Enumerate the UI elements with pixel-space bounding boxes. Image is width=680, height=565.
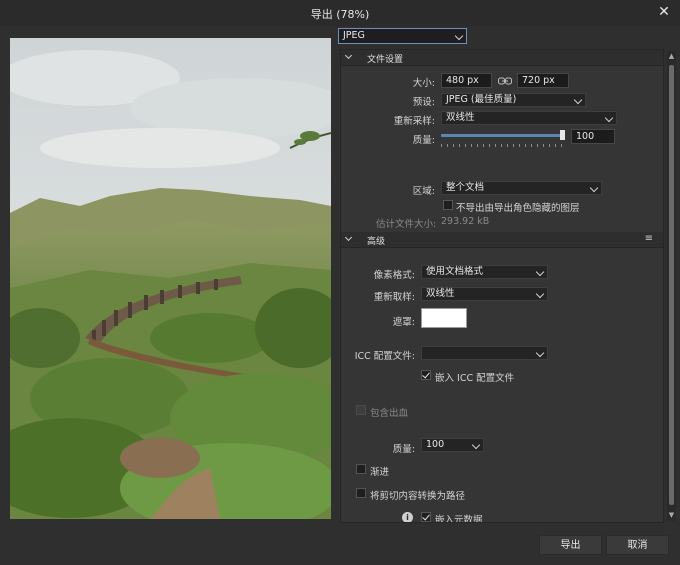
preset-label: 预设: xyxy=(412,97,435,108)
bleed-label: 包含出血 xyxy=(370,408,409,419)
quality-field[interactable]: 100 xyxy=(571,129,615,144)
size-label: 大小: xyxy=(412,78,435,89)
export-button[interactable]: 导出 xyxy=(539,535,602,555)
progressive-checkbox[interactable] xyxy=(356,464,366,474)
preset-select[interactable]: JPEG (最佳质量) xyxy=(441,93,586,107)
embed-icc-checkbox[interactable] xyxy=(421,370,431,380)
link-icon[interactable] xyxy=(498,77,512,85)
embed-metadata-label: 嵌入元数据 xyxy=(435,515,483,523)
height-field[interactable]: 720 px xyxy=(517,73,569,88)
resample-select[interactable]: 双线性 xyxy=(441,111,617,125)
estimate-label: 估计文件大小: xyxy=(376,219,437,230)
resample-adv-value: 双线性 xyxy=(426,288,455,299)
hidden-layers-label: 不导出由导出角色隐藏的图层 xyxy=(456,203,580,214)
progressive-label: 渐进 xyxy=(370,467,390,478)
settings-panel[interactable]: 文件设置 大小: 480 px 720 px 预设: JPEG (最佳质量) 重… xyxy=(340,49,664,523)
title-bar: 导出 (78%) ✕ xyxy=(0,0,680,26)
quality-slider-ticks xyxy=(441,144,565,147)
chevron-down-icon xyxy=(604,113,614,123)
pixel-format-value: 使用文档格式 xyxy=(426,266,484,277)
chevron-down-icon xyxy=(573,95,583,105)
scroll-down-icon[interactable]: ▼ xyxy=(668,512,675,519)
resample-select-value: 双线性 xyxy=(446,112,475,123)
icc-select[interactable] xyxy=(421,346,548,360)
embed-icc-label: 嵌入 ICC 配置文件 xyxy=(435,373,515,384)
file-settings-header[interactable]: 文件设置 xyxy=(341,50,663,66)
matte-label: 遮罩: xyxy=(392,317,415,328)
scroll-up-icon[interactable]: ▲ xyxy=(668,53,675,60)
resample-adv-select[interactable]: 双线性 xyxy=(421,287,548,301)
chevron-down-icon xyxy=(535,289,545,299)
chevron-down-icon xyxy=(344,51,353,60)
pixel-format-label: 像素格式: xyxy=(373,270,415,281)
format-select-value: JPEG xyxy=(343,30,365,41)
file-settings-title: 文件设置 xyxy=(367,55,404,65)
estimate-value: 293.92 kB xyxy=(441,216,490,227)
chevron-down-icon xyxy=(471,440,481,450)
resample-label: 重新采样: xyxy=(393,116,435,127)
width-field[interactable]: 480 px xyxy=(441,73,492,88)
quality-adv-value: 100 xyxy=(426,439,445,450)
scrollbar-thumb[interactable] xyxy=(669,65,674,505)
embed-metadata-checkbox[interactable] xyxy=(421,512,431,522)
icc-label: ICC 配置文件: xyxy=(354,351,415,362)
area-label: 区域: xyxy=(412,186,435,197)
landscape-photo xyxy=(10,38,331,519)
format-select[interactable]: JPEG xyxy=(338,28,467,44)
area-select-value: 整个文档 xyxy=(446,182,485,193)
chevron-down-icon xyxy=(589,183,599,193)
chevron-down-icon xyxy=(535,267,545,277)
advanced-title: 高级 xyxy=(367,237,386,247)
matte-color-swatch[interactable] xyxy=(421,308,467,328)
panel-scrollbar[interactable]: ▲ ▼ xyxy=(667,51,676,521)
chevron-down-icon xyxy=(344,233,353,242)
menu-icon[interactable]: ≡ xyxy=(645,233,653,244)
window-title: 导出 (78%) xyxy=(310,8,370,21)
hidden-layers-checkbox[interactable] xyxy=(443,200,453,210)
pixel-format-select[interactable]: 使用文档格式 xyxy=(421,265,548,279)
export-preview-image xyxy=(10,38,331,519)
resample-adv-label: 重新取样: xyxy=(373,292,415,303)
cancel-button[interactable]: 取消 xyxy=(606,535,669,555)
close-icon[interactable]: ✕ xyxy=(656,4,672,20)
convert-paths-label: 将剪切内容转换为路径 xyxy=(370,491,466,502)
quality-label: 质量: xyxy=(412,135,435,146)
quality-slider-track[interactable] xyxy=(441,134,563,137)
chevron-down-icon xyxy=(535,348,545,358)
info-icon[interactable]: i xyxy=(402,512,413,522)
preset-select-value: JPEG (最佳质量) xyxy=(446,94,517,105)
area-select[interactable]: 整个文档 xyxy=(441,181,602,195)
quality-adv-select[interactable]: 100 xyxy=(421,438,484,452)
advanced-header[interactable]: 高级 ≡ xyxy=(341,232,663,248)
quality-slider-thumb[interactable] xyxy=(560,130,565,140)
chevron-down-icon xyxy=(454,31,464,41)
bleed-checkbox xyxy=(356,405,366,415)
quality-adv-label: 质量: xyxy=(392,444,415,455)
convert-paths-checkbox[interactable] xyxy=(356,488,366,498)
